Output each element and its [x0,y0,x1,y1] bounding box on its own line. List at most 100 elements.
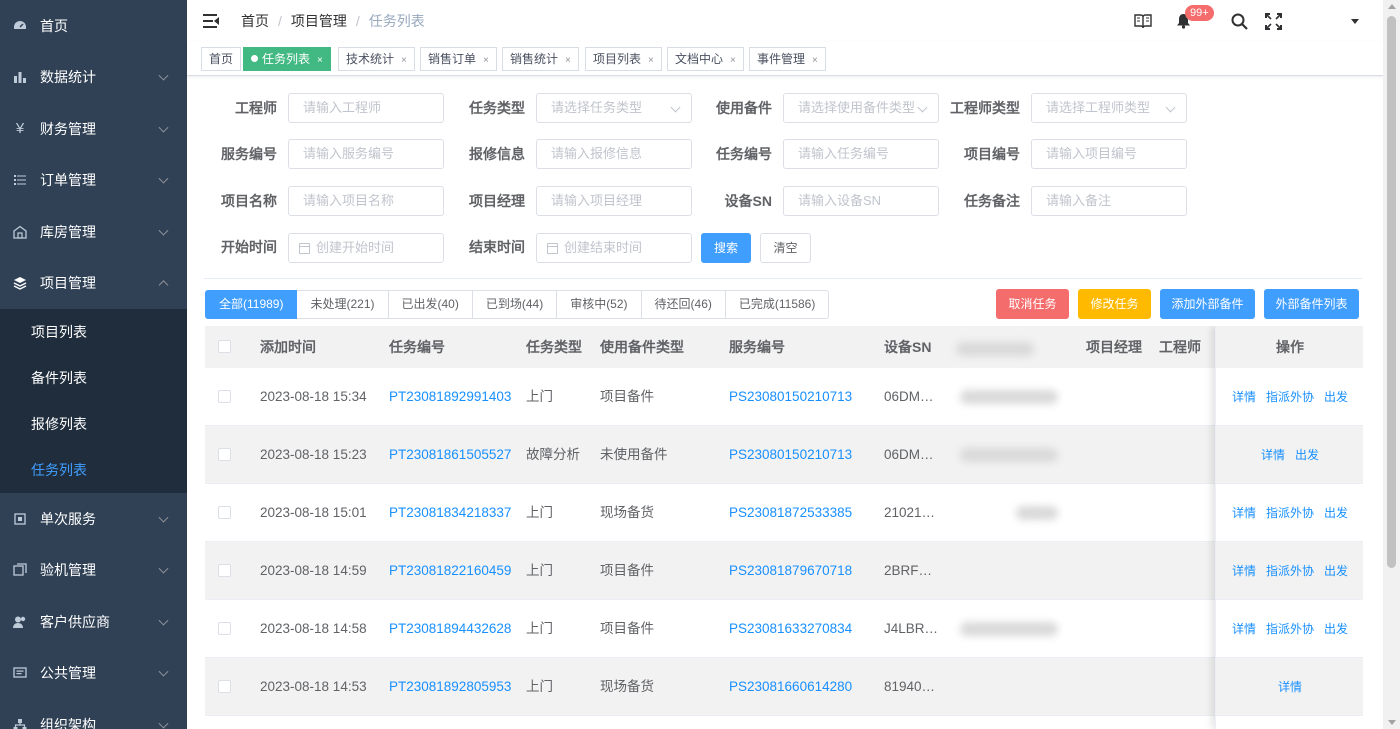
tag-doc-center[interactable]: 文档中心 × [667,47,744,71]
status-tab-pending[interactable]: 未处理(221) [297,290,389,319]
close-icon[interactable]: × [648,55,654,66]
detail-link[interactable]: 详情 [1232,504,1256,521]
row-checkbox[interactable] [218,390,231,403]
submenu-task-list[interactable]: 任务列表 [0,447,187,493]
breadcrumb-project[interactable]: 项目管理 [291,11,347,31]
assign-outsource-link[interactable]: 指派外协 [1266,388,1314,405]
menu-project[interactable]: 项目管理 [0,258,187,310]
fullscreen-icon[interactable] [1264,12,1282,30]
page-scrollbar[interactable] [1383,0,1400,729]
close-icon[interactable]: × [812,55,818,66]
tag-sales-orders[interactable]: 销售订单 × [420,47,497,71]
detail-link[interactable]: 详情 [1278,678,1302,695]
select-all-checkbox[interactable] [218,340,231,353]
row-checkbox[interactable] [218,622,231,635]
cell-task-no-link[interactable]: PT23081892805953 [389,658,511,715]
breadcrumb-home[interactable]: 首页 [241,11,269,31]
assign-outsource-link[interactable]: 指派外协 [1266,562,1314,579]
menu-warehouse[interactable]: 库房管理 [0,206,187,258]
cell-service-no-link[interactable]: PS23080150210713 [729,368,852,425]
detail-link[interactable]: 详情 [1232,562,1256,579]
cell-task-no-link[interactable]: PT23081861505527 [389,426,511,483]
cell-service-no-link[interactable]: PS23081879670718 [729,542,852,599]
engineer-input[interactable]: 请输入工程师 [288,93,444,123]
depart-link[interactable]: 出发 [1295,446,1319,463]
row-checkbox[interactable] [218,680,231,693]
cell-task-no-link[interactable]: PT23081892991403 [389,368,511,425]
close-icon[interactable]: × [401,55,407,66]
cell-service-no-link[interactable]: PS23081633270834 [729,600,852,657]
tag-home[interactable]: 首页 [201,47,242,71]
tag-sales-stats[interactable]: 销售统计 × [502,47,579,71]
cell-service-no-link[interactable]: PS23081660614280 [729,658,852,715]
menu-org[interactable]: 组织架构 [0,699,187,729]
status-tab-completed[interactable]: 已完成(11586) [725,290,830,319]
cell-service-no-link[interactable]: PS23080150210713 [729,426,852,483]
close-icon[interactable]: × [317,55,323,66]
cell-service-no-link[interactable]: PS23081872533385 [729,484,852,541]
repair-info-input[interactable]: 请输入报修信息 [536,139,692,169]
row-checkbox[interactable] [218,506,231,519]
cell-task-no-link[interactable]: PT23081894432628 [389,600,511,657]
depart-link[interactable]: 出发 [1324,562,1348,579]
close-icon[interactable]: × [565,55,571,66]
cell-task-no-link[interactable]: PT23081822160459 [389,542,511,599]
row-checkbox[interactable] [218,564,231,577]
status-tab-reviewing[interactable]: 审核中(52) [557,290,642,319]
menu-orders[interactable]: 订单管理 [0,155,187,207]
clear-button[interactable]: 清空 [760,233,811,263]
bell-icon[interactable]: 99+ [1174,5,1214,30]
external-parts-list-button[interactable]: 外部备件列表 [1264,289,1359,319]
project-manager-input[interactable]: 请输入项目经理 [536,186,692,216]
tag-tech-stats[interactable]: 技术统计 × [338,47,415,71]
status-tab-all[interactable]: 全部(11989) [205,290,298,319]
parts-used-select[interactable]: 请选择使用备件类型 [783,93,939,123]
device-sn-input[interactable]: 请输入设备SN [783,186,939,216]
scroll-down-icon[interactable] [1388,720,1396,725]
tag-events[interactable]: 事件管理 × [749,47,826,71]
detail-link[interactable]: 详情 [1261,446,1285,463]
submenu-repair-list[interactable]: 报修列表 [0,401,187,447]
tag-task-list[interactable]: 任务列表 × [243,47,331,71]
assign-outsource-link[interactable]: 指派外协 [1266,620,1314,637]
cell-task-no-link[interactable]: PT23081834218337 [389,484,511,541]
tag-project-list[interactable]: 项目列表 × [585,47,662,71]
end-time-picker[interactable]: 创建结束时间 [536,233,692,263]
menu-inspection[interactable]: 验机管理 [0,545,187,597]
row-checkbox[interactable] [218,448,231,461]
project-no-input[interactable]: 请输入项目编号 [1031,139,1187,169]
assign-outsource-link[interactable]: 指派外协 [1266,504,1314,521]
detail-link[interactable]: 详情 [1232,388,1256,405]
cancel-task-button[interactable]: 取消任务 [996,289,1069,319]
user-dropdown-caret-icon[interactable] [1345,11,1365,31]
search-icon[interactable] [1230,12,1248,30]
task-type-select[interactable]: 请选择任务类型 [536,93,692,123]
engineer-type-select[interactable]: 请选择工程师类型 [1031,93,1187,123]
depart-link[interactable]: 出发 [1324,504,1348,521]
menu-public[interactable]: 公共管理 [0,648,187,700]
detail-link[interactable]: 详情 [1232,620,1256,637]
scroll-up-icon[interactable] [1388,4,1396,9]
submenu-parts-list[interactable]: 备件列表 [0,355,187,401]
search-button[interactable]: 搜索 [701,233,751,263]
hamburger-icon[interactable] [203,14,219,28]
scrollbar-thumb[interactable] [1387,16,1396,568]
menu-home[interactable]: 首页 [0,0,187,52]
modify-task-button[interactable]: 修改任务 [1078,289,1151,319]
service-no-input[interactable]: 请输入服务编号 [288,139,444,169]
project-name-input[interactable]: 请输入项目名称 [288,186,444,216]
status-tab-arrived[interactable]: 已到场(44) [472,290,558,319]
task-remark-input[interactable]: 请输入备注 [1031,186,1187,216]
menu-single-service[interactable]: 单次服务 [0,493,187,545]
book-icon[interactable] [1134,12,1152,30]
menu-data-stats[interactable]: 数据统计 [0,52,187,104]
task-no-input[interactable]: 请输入任务编号 [783,139,939,169]
submenu-project-list[interactable]: 项目列表 [0,309,187,355]
close-icon[interactable]: × [483,55,489,66]
depart-link[interactable]: 出发 [1324,388,1348,405]
add-external-parts-button[interactable]: 添加外部备件 [1160,289,1255,319]
status-tab-to-return[interactable]: 待还回(46) [641,290,726,319]
status-tab-departed[interactable]: 已出发(40) [388,290,473,319]
menu-customers[interactable]: 客户供应商 [0,596,187,648]
start-time-picker[interactable]: 创建开始时间 [288,233,444,263]
